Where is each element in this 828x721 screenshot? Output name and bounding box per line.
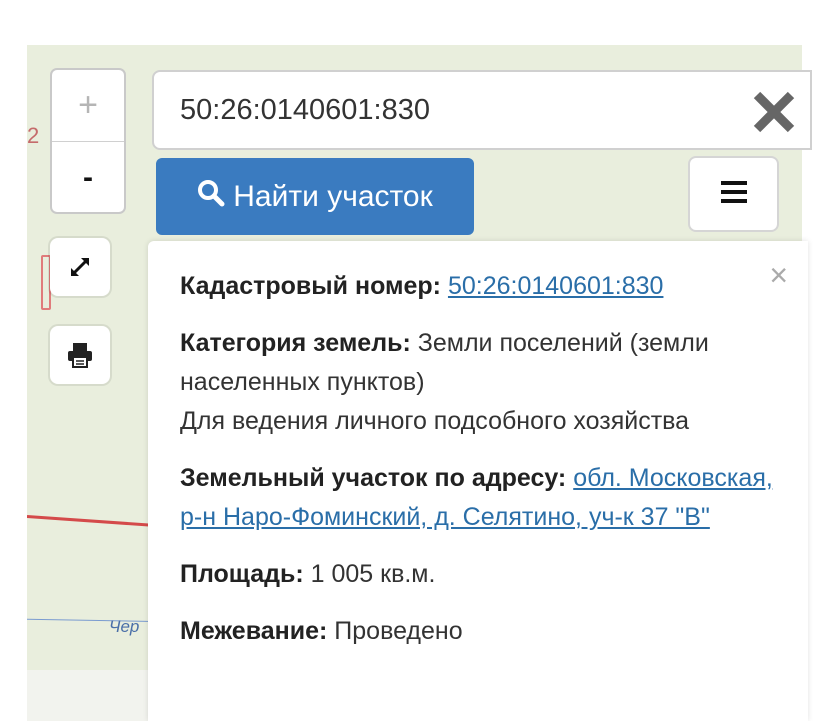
zoom-out-button[interactable]: - xyxy=(52,142,124,212)
search-bar xyxy=(152,70,812,150)
survey-label: Межевание: xyxy=(180,617,328,645)
land-category-row: Категория земель: Земли поселений (земли… xyxy=(180,324,780,441)
area-value: 1 005 кв.м. xyxy=(310,560,436,588)
land-usage-value: Для ведения личного подсобного хозяйства xyxy=(180,407,690,435)
expand-icon xyxy=(65,252,95,282)
find-parcel-label: Найти участок xyxy=(233,179,433,213)
survey-value: Проведено xyxy=(334,617,463,645)
parcel-info-panel: × Кадастровый номер: 50:26:0140601:830 К… xyxy=(148,241,808,721)
close-icon xyxy=(753,91,795,133)
area-label: Площадь: xyxy=(180,560,304,588)
map-street-line xyxy=(27,618,167,623)
print-button[interactable] xyxy=(50,326,110,384)
cadastral-number-link[interactable]: 50:26:0140601:830 xyxy=(448,272,664,300)
cadastral-number-row: Кадастровый номер: 50:26:0140601:830 xyxy=(180,267,780,306)
fullscreen-button[interactable] xyxy=(50,238,110,296)
map-parcel-number: 2 xyxy=(27,123,40,148)
survey-row: Межевание: Проведено xyxy=(180,612,780,651)
area-row: Площадь: 1 005 кв.м. xyxy=(180,555,780,594)
address-row: Земельный участок по адресу: обл. Москов… xyxy=(180,459,780,537)
printer-icon xyxy=(65,341,95,369)
clear-search-button[interactable] xyxy=(748,86,800,138)
cadastral-search-input[interactable] xyxy=(154,72,714,148)
panel-close-button[interactable]: × xyxy=(769,259,788,291)
map-area-patch xyxy=(27,670,157,721)
cadastral-number-label: Кадастровый номер: xyxy=(180,272,441,300)
land-category-label: Категория земель: xyxy=(180,329,411,357)
search-icon xyxy=(197,179,225,215)
menu-button[interactable] xyxy=(688,156,779,232)
map-street-label: Чер xyxy=(109,617,140,636)
zoom-in-button[interactable]: + xyxy=(52,70,124,142)
zoom-control: + - xyxy=(50,68,126,214)
find-parcel-button[interactable]: Найти участок xyxy=(156,158,474,235)
address-label: Земельный участок по адресу: xyxy=(180,464,567,492)
hamburger-icon xyxy=(720,180,747,209)
